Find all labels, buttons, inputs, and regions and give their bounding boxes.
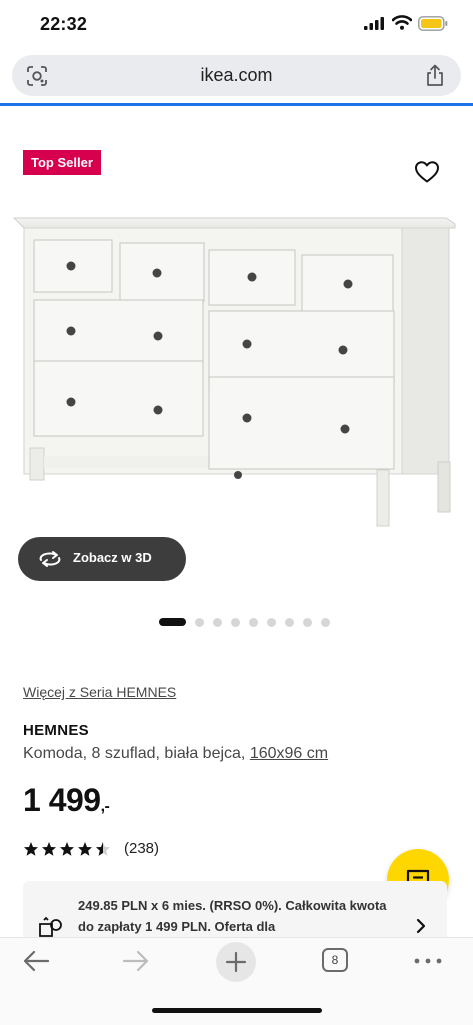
carousel-dot[interactable] (303, 617, 312, 627)
star-icon (96, 841, 110, 856)
top-seller-badge: Top Seller (23, 150, 101, 175)
star-icon (24, 841, 38, 856)
image-carousel-indicator[interactable] (159, 617, 330, 627)
price-main: 1 499 (23, 782, 101, 818)
product-name: HEMNES (23, 722, 89, 739)
rotate-3d-icon (39, 551, 61, 567)
view-3d-label: Zobacz w 3D (73, 550, 152, 565)
signal-icon (364, 17, 384, 30)
series-link[interactable]: Więcej z Seria HEMNES (23, 684, 176, 700)
view-3d-button[interactable]: Zobacz w 3D (18, 537, 186, 581)
financing-text: 249.85 PLN x 6 mies. (RRSO 0%). Całkowit… (78, 898, 387, 934)
carousel-dot[interactable] (285, 617, 294, 627)
back-arrow-icon[interactable] (22, 949, 50, 973)
carousel-dot[interactable] (267, 617, 276, 627)
plus-icon (225, 951, 247, 973)
carousel-dot[interactable] (195, 617, 204, 627)
more-icon[interactable] (414, 958, 442, 964)
carousel-dot[interactable] (213, 617, 222, 627)
home-indicator (152, 1008, 322, 1013)
star-icon (78, 841, 92, 856)
clock: 22:32 (40, 14, 88, 34)
price-suffix: ,- (100, 798, 110, 815)
product-price: 1 499,- (23, 782, 110, 819)
url-text[interactable]: ikea.com (12, 65, 461, 86)
page-load-progress (0, 103, 473, 106)
product-description: Komoda, 8 szuflad, biała bejca, 160x96 c… (23, 745, 328, 763)
star-icon (60, 841, 74, 856)
address-bar[interactable]: ikea.com (12, 55, 461, 96)
carousel-dot[interactable] (249, 617, 258, 627)
share-icon[interactable] (425, 64, 445, 87)
chevron-right-icon[interactable] (416, 918, 426, 934)
carousel-dot[interactable] (321, 617, 330, 627)
installment-icon (39, 916, 62, 937)
star-icon (42, 841, 56, 856)
heart-icon[interactable] (414, 160, 440, 184)
product-description-text: Komoda, 8 szuflad, biała bejca, (23, 745, 250, 762)
rating[interactable]: (238) (23, 840, 159, 857)
status-bar: 22:32 (0, 0, 473, 52)
forward-arrow-icon[interactable] (122, 949, 150, 973)
new-tab-button[interactable] (216, 942, 256, 982)
wifi-icon (392, 15, 412, 30)
dimensions-link[interactable]: 160x96 cm (250, 745, 328, 762)
tabs-button[interactable]: 8 (322, 948, 348, 972)
product-image[interactable] (8, 200, 464, 530)
carousel-dot[interactable] (159, 618, 186, 626)
battery-icon (418, 16, 448, 31)
review-count[interactable]: (238) (124, 840, 159, 857)
rating-stars (23, 841, 111, 857)
financing-banner[interactable]: 249.85 PLN x 6 mies. (RRSO 0%). Całkowit… (23, 881, 447, 937)
carousel-dot[interactable] (231, 617, 240, 627)
